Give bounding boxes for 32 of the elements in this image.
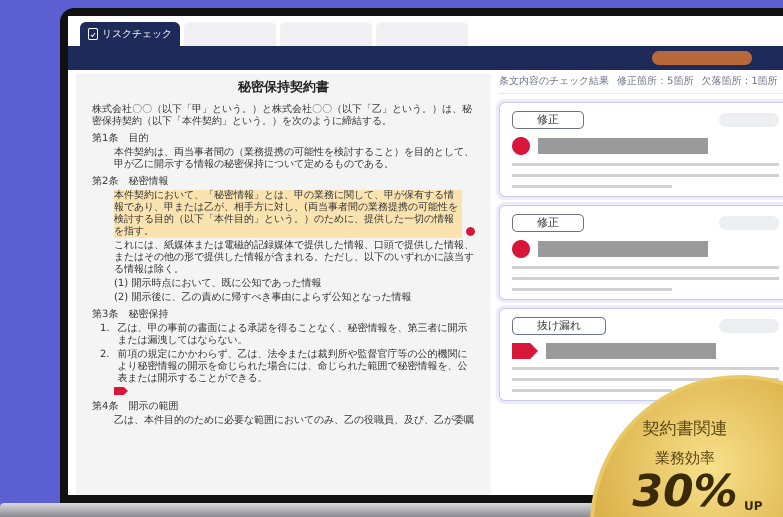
clause-text: 本件契約は、両当事者間の（業務提携の可能性を検討すること）を目的として、甲が乙に開示する情報の秘密保持について定めるものである。 [114,146,475,170]
badge-text: 業務効率 [655,448,715,468]
result-label: 修正 [512,214,584,232]
clause-text: 乙は、本件目的のために必要な範囲においてのみ、乙の役職員、及び、乙が委嘱 [114,414,474,426]
count-text: 欠落箇所：1箇所 [701,74,778,89]
item-number: 1. [100,322,110,336]
tab[interactable]: リスクチェック [80,22,180,46]
result-label: 抜け漏れ [512,317,606,335]
document-title: 秘密保持契約書 [236,78,330,97]
clause-text: 前項の規定にかかわらず、乙は、法令または裁判所や監督官庁等の公的機関により秘密情報の開示を命じられた場合には、命じられた範囲で秘密情報を、公表または開示することができる。 [118,348,469,384]
article-heading: 第4条 開示の範囲 [92,400,180,412]
tab[interactable] [376,22,468,46]
article-heading: 第3条 秘密保持 [92,308,170,320]
highlighted-clause-text: 本件契約において、「秘密情報」とは、甲の業務に関して、甲が保有する情報であり、甲または乙が、相手方に対し、(両当事者間の業務提携の可能性を検討する目的（以下「本件目的」という。）のために、提供した一切の情報を指す。 [114,190,462,238]
document-icon [88,28,98,40]
badge-text: 契約書関連 [642,418,728,441]
preamble-text: 株式会社〇〇（以下「甲」という。）と株式会社〇〇（以下「乙」という。）は、秘密保持契約（以下「本件契約」という。）を次のように締結する。 [92,104,473,128]
clause-text: (1) 開示時点において、既に公知であった情報 [114,278,322,290]
badge-figure: 30% [632,469,738,515]
action-button[interactable] [652,51,752,65]
item-number: 2. [100,348,110,362]
clause-text: これには、紙媒体または電磁的記録媒体で提供した情報、口頭で提供した情報、またはその他の形で提供した情報が含まれる。ただし、以下のいずれかに該当する情報は除く。 [114,240,475,276]
badge-suffix: UP [744,498,763,515]
article-heading: 第1条 目的 [92,132,150,144]
article-heading: 第2条 秘密情報 [92,176,170,188]
tab[interactable] [184,22,276,46]
clause-text: 乙は、甲の事前の書面による承諾を得ることなく、秘密情報を、第三者に開示または漏洩してはならない。 [118,322,469,346]
result-label: 修正 [512,111,584,129]
clause-text: (2) 開示後に、乙の責めに帰すべき事由によらず公知となった情報 [114,292,412,304]
count-text: 修正箇所：5箇所 [617,74,694,89]
tab[interactable] [280,22,372,46]
results-heading: 条文内容のチェック結果 [499,74,609,89]
